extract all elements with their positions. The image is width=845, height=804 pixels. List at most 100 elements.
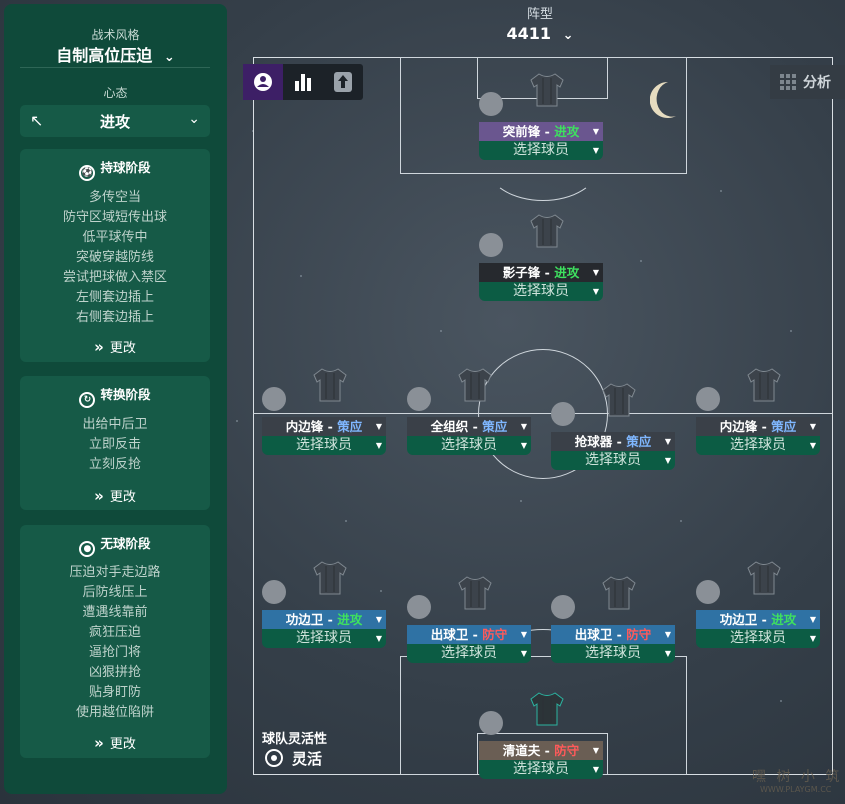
role-duty-selector[interactable]: 抢球器 - 策应 ▼ (551, 432, 675, 451)
role-duty-selector[interactable]: 出球卫 - 防守 ▼ (407, 625, 531, 644)
select-player-dropdown[interactable]: 选择球员 ▼ (262, 436, 386, 455)
shirt-icon (530, 73, 564, 107)
select-player-label: 选择球员 (730, 437, 786, 453)
change-button[interactable]: » 更改 (20, 337, 210, 356)
select-player-dropdown[interactable]: 选择球员 ▼ (407, 436, 531, 455)
caret-down-icon: ▼ (809, 422, 816, 431)
role-name: 清道夫 (502, 743, 541, 758)
in-possession-header: ⚽ 持球阶段 (20, 157, 210, 181)
player-slot-lcb[interactable]: 出球卫 - 防守 ▼ 选择球员 ▼ (407, 576, 531, 663)
player-slot-lcm[interactable]: 全组织 - 策应 ▼ 选择球员 ▼ (407, 368, 531, 455)
mentality-value: 进攻 (100, 113, 131, 131)
select-player-dropdown[interactable]: 选择球员 ▼ (407, 644, 531, 663)
caret-down-icon: ▼ (592, 287, 599, 296)
style-caption: 战术风格 (91, 28, 140, 42)
select-player-dropdown[interactable]: 选择球员 ▼ (551, 644, 675, 663)
formation-dropdown[interactable]: 4411 ⌄ (495, 24, 585, 43)
duty-name: 进攻 (771, 612, 797, 627)
player-avatar[interactable] (407, 387, 431, 411)
caret-down-icon: ▼ (592, 146, 599, 155)
player-slot-lb[interactable]: 功边卫 - 进攻 ▼ 选择球员 ▼ (262, 561, 386, 648)
shirt-icon (530, 692, 564, 726)
tactics-panel: 战术风格 自制高位压迫 ⌄ 心态 ↖ 进攻 ⌄ ⚽ 持球阶段 多传空当 防守区域短… (4, 4, 227, 794)
player-avatar[interactable] (479, 711, 503, 735)
player-avatar[interactable] (262, 580, 286, 604)
role-duty-selector[interactable]: 突前锋 - 进攻 ▼ (479, 122, 603, 141)
player-slot-am[interactable]: 影子锋 - 进攻 ▼ 选择球员 ▼ (479, 214, 603, 301)
role-name: 影子锋 (502, 265, 541, 280)
instruction-item: 压迫对手走边路 (69, 565, 161, 580)
change-button[interactable]: » 更改 (20, 486, 210, 505)
select-player-label: 选择球员 (513, 761, 569, 777)
instruction-item: 多传空当 (88, 190, 141, 205)
select-player-label: 选择球员 (585, 452, 641, 468)
select-player-label: 选择球员 (585, 645, 641, 661)
shirt-icon (530, 214, 564, 248)
shirt-icon (313, 368, 347, 402)
change-button[interactable]: » 更改 (20, 733, 210, 752)
role-name: 全组织 (430, 419, 469, 434)
player-avatar[interactable] (262, 387, 286, 411)
caret-down-icon: ▼ (809, 441, 816, 450)
role-duty-selector[interactable]: 内边锋 - 策应 ▼ (696, 417, 820, 436)
caret-down-icon: ▼ (592, 746, 599, 755)
select-player-dropdown[interactable]: 选择球员 ▼ (551, 451, 675, 470)
select-player-dropdown[interactable]: 选择球员 ▼ (479, 282, 603, 301)
formation-value: 4411 (506, 24, 552, 43)
player-view-toggle[interactable] (243, 64, 283, 100)
player-slot-rm[interactable]: 内边锋 - 策应 ▼ 选择球员 ▼ (696, 368, 820, 455)
caret-down-icon: ▼ (809, 615, 816, 624)
role-duty-selector[interactable]: 出球卫 - 防守 ▼ (551, 625, 675, 644)
player-avatar[interactable] (551, 402, 575, 426)
role-duty-selector[interactable]: 影子锋 - 进攻 ▼ (479, 263, 603, 282)
shirt-icon (458, 368, 492, 402)
role-duty-selector[interactable]: 功边卫 - 进攻 ▼ (262, 610, 386, 629)
player-slot-gk[interactable]: 清道夫 - 防守 ▼ 选择球员 ▼ (479, 692, 603, 779)
upload-view-toggle[interactable] (323, 64, 363, 100)
role-duty-selector[interactable]: 内边锋 - 策应 ▼ (262, 417, 386, 436)
caret-down-icon: ▼ (664, 649, 671, 658)
player-slot-rb[interactable]: 功边卫 - 进攻 ▼ 选择球员 ▼ (696, 561, 820, 648)
player-slot-rcb[interactable]: 出球卫 - 防守 ▼ 选择球员 ▼ (551, 576, 675, 663)
role-duty-selector[interactable]: 全组织 - 策应 ▼ (407, 417, 531, 436)
player-avatar[interactable] (479, 233, 503, 257)
select-player-dropdown[interactable]: 选择球员 ▼ (479, 141, 603, 160)
tactic-style-name: 自制高位压迫 (56, 46, 153, 65)
role-duty-selector[interactable]: 功边卫 - 进攻 ▼ (696, 610, 820, 629)
select-player-label: 选择球员 (296, 630, 352, 646)
select-player-label: 选择球员 (296, 437, 352, 453)
player-slot-rcm[interactable]: 抢球器 - 策应 ▼ 选择球员 ▼ (551, 383, 675, 470)
out-of-possession-header: ● 无球阶段 (20, 533, 210, 557)
role-duty-selector[interactable]: 清道夫 - 防守 ▼ (479, 741, 603, 760)
caret-down-icon: ▼ (375, 422, 382, 431)
player-avatar[interactable] (696, 580, 720, 604)
duty-name: 进攻 (554, 265, 580, 280)
player-avatar[interactable] (551, 595, 575, 619)
grid-icon (780, 74, 796, 90)
shirt-icon (747, 368, 781, 402)
mentality-dropdown[interactable]: ↖ 进攻 ⌄ (20, 105, 210, 137)
duty-name: 防守 (482, 627, 508, 642)
player-avatar[interactable] (407, 595, 431, 619)
instruction-item: 凶狠拼抢 (88, 665, 141, 680)
instruction-item: 疯狂压迫 (88, 625, 141, 640)
analysis-button[interactable]: 分析 (770, 65, 845, 99)
instruction-item: 突破穿越防线 (75, 250, 154, 265)
duty-name: 进攻 (337, 612, 363, 627)
select-player-dropdown[interactable]: 选择球员 ▼ (696, 629, 820, 648)
role-name: 出球卫 (574, 627, 613, 642)
moon-icon (650, 81, 676, 118)
player-slot-lm[interactable]: 内边锋 - 策应 ▼ 选择球员 ▼ (262, 368, 386, 455)
caret-down-icon: ▼ (592, 127, 599, 136)
player-avatar[interactable] (696, 387, 720, 411)
instruction-item: 使用越位陷阱 (75, 705, 154, 720)
role-name: 内边锋 (285, 419, 324, 434)
tactic-style-dropdown[interactable]: 自制高位压迫 ⌄ (4, 42, 227, 66)
stats-view-toggle[interactable] (283, 64, 323, 100)
select-player-dropdown[interactable]: 选择球员 ▼ (262, 629, 386, 648)
select-player-dropdown[interactable]: 选择球员 ▼ (696, 436, 820, 455)
select-player-dropdown[interactable]: 选择球员 ▼ (479, 760, 603, 779)
player-avatar[interactable] (479, 92, 503, 116)
formation-caption: 阵型 (526, 7, 553, 22)
player-slot-st[interactable]: 突前锋 - 进攻 ▼ 选择球员 ▼ (479, 73, 603, 160)
